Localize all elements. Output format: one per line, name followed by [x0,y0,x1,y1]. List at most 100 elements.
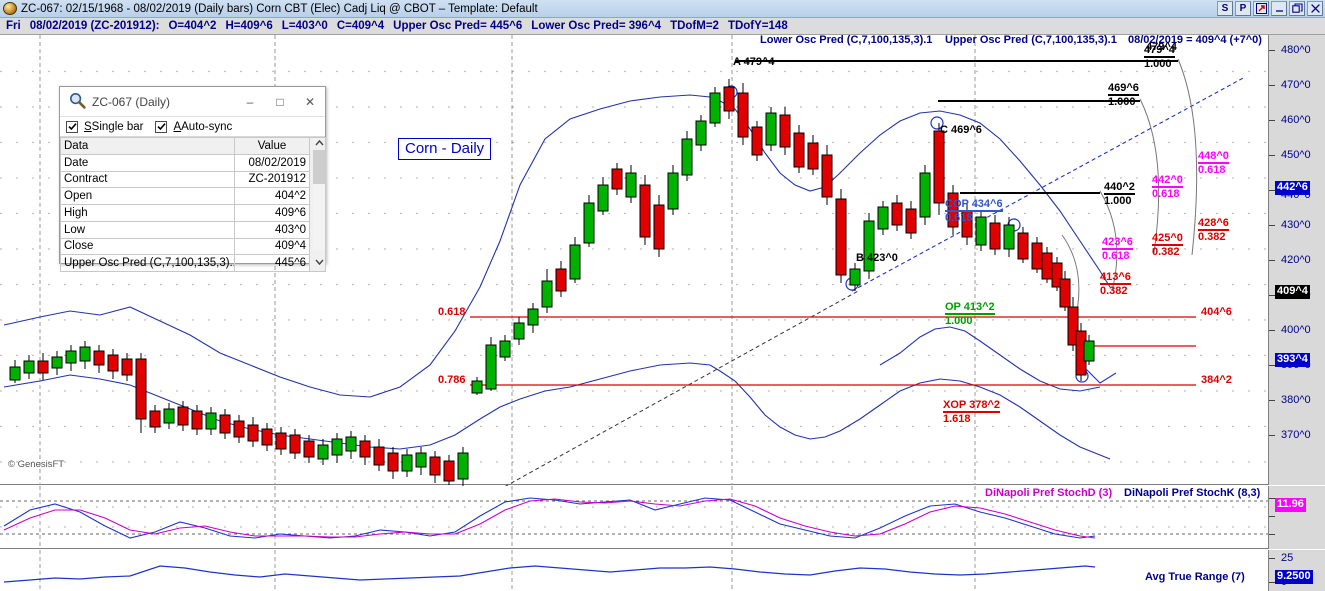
print-button[interactable]: P [1235,1,1251,16]
data-window[interactable]: ZC-067 (Daily) – □ ✕ SSingle bar AAuto-s… [59,86,326,272]
row-value-close: 409^4 [234,237,310,256]
single-bar-label: SSingle bar [84,120,144,133]
price-badge-409-4: 409^4 [1275,285,1310,299]
row-value-high: 409^6 [234,204,310,222]
legend-upper-osc-pred[interactable]: Upper Osc Pred (C,7,100,135,3).1 [945,34,1117,47]
row-label-close: Close [60,237,235,256]
app-icon [3,2,17,15]
close-button[interactable] [1307,1,1323,16]
status-open: O=404^2 [168,20,217,32]
price-axis[interactable]: 480^0 470^0 460^0 450^0 440^0 430^0 420^… [1268,35,1325,485]
price-tick-430: 430^0 [1281,219,1311,231]
status-tdofy: TDofY=148 [727,20,788,32]
price-badge-442-6: 442^6 [1275,181,1310,195]
row-value-upper-osc-pred: 445^6 [234,254,310,272]
status-low: L=403^0 [281,20,328,32]
table-row[interactable]: Close 409^4 [60,237,326,256]
table-row[interactable]: Low 403^0 [60,220,326,239]
price-tick-400: 400^0 [1281,324,1311,336]
minimize-button[interactable] [1271,1,1287,16]
table-row[interactable]: Contract ZC-201912 [60,170,326,189]
fib-label-469-6: 469^6 1.000 [1108,82,1139,109]
stoch-badge-11-96: 11.96 [1275,498,1306,512]
data-window-maximize-button[interactable]: □ [265,88,295,116]
price-tick-470: 470^0 [1281,79,1311,91]
legend-stoch-k[interactable]: DiNapoli Pref StochK (8,3) [1124,487,1260,500]
column-header-data: Data [60,137,235,155]
table-row[interactable]: High 409^6 [60,204,326,222]
row-value-low: 403^0 [234,220,310,239]
status-high: H=409^6 [225,20,273,32]
status-lower-osc-pred: Lower Osc Pred= 396^4 [531,20,662,32]
row-label-low: Low [60,220,235,239]
stochastic-pane[interactable]: DiNapoli Pref StochD (3) DiNapoli Pref S… [0,486,1268,549]
legend-lower-osc-pred[interactable]: Lower Osc Pred (C,7,100,135,3).1 [760,34,932,47]
status-tdofm: TDofM=2 [670,20,719,32]
auto-sync-label-text: Auto-sync [181,120,233,133]
snapshot-button[interactable]: S [1217,1,1233,16]
single-bar-label-text: Single bar [91,120,144,133]
data-window-minimize-button[interactable]: – [235,88,265,116]
retracement-ratio-0618: 0.618 [438,306,466,318]
fib-label-425-0: 425^0 0.382 [1152,232,1183,259]
fib-label-428-6: 428^6 0.382 [1198,217,1229,244]
legend-avg-true-range[interactable]: Avg True Range (7) [1145,571,1245,584]
row-value-contract: ZC-201912 [234,170,310,189]
data-window-scrollbar[interactable] [309,137,326,272]
window-controls: S P [1217,1,1323,16]
column-header-value: Value [234,137,310,155]
legend-stoch-d[interactable]: DiNapoli Pref StochD (3) [985,487,1112,500]
single-bar-checkbox[interactable] [66,120,78,133]
data-window-options[interactable]: SSingle bar AAuto-sync [60,117,325,137]
row-label-date: Date [60,153,235,172]
quote-status-bar: Fri 08/02/2019 (ZC-201912): O=404^2 H=40… [0,18,1325,35]
stochastic-axis[interactable]: 11.96 [1268,486,1325,549]
data-window-close-button[interactable]: ✕ [295,88,325,116]
price-tick-380: 380^0 [1281,394,1311,406]
status-close: C=409^4 [336,20,385,32]
table-row[interactable]: Upper Osc Pred (C,7,100,135,3).1 445^6 [60,254,326,272]
projection-cop: COP 434^6 0.618 [945,198,1003,225]
fib-label-442-0: 442^0 0.618 [1152,174,1183,201]
data-window-titlebar[interactable]: ZC-067 (Daily) – □ ✕ [60,87,325,117]
status-day: Fri [6,20,21,32]
atr-badge-9-25: 9.2500 [1275,570,1313,584]
row-label-upper-osc-pred: Upper Osc Pred (C,7,100,135,3).1 [60,254,235,272]
row-label-high: High [60,204,235,222]
data-window-title: ZC-067 (Daily) [92,94,171,109]
retracement-price-404-6: 404^6 [1201,306,1232,318]
price-tick-420: 420^0 [1281,254,1311,266]
auto-sync-checkbox[interactable] [155,120,168,133]
retracement-ratio-0786: 0.786 [438,374,466,386]
table-row[interactable]: Date 08/02/2019 [60,153,326,172]
window-title: ZC-067: 02/15/1968 - 08/02/2019 (Daily b… [21,2,538,15]
chart-title-badge: Corn - Daily [398,138,492,160]
fib-label-423-6: 423^6 0.618 [1102,236,1133,263]
atr-pane[interactable]: Avg True Range (7) [0,550,1268,591]
window-titlebar: ZC-067: 02/15/1968 - 08/02/2019 (Daily b… [0,0,1325,18]
auto-sync-label: AAuto-sync [173,120,233,133]
magnifier-icon [69,92,86,112]
row-value-date: 08/02/2019 [234,153,310,172]
price-tick-480: 480^0 [1281,44,1311,56]
projection-xop: XOP 378^2 1.618 [943,399,1000,426]
price-tick-370: 370^0 [1281,429,1311,441]
price-badge-393-4: 393^4 [1275,353,1310,367]
projection-op: OP 413^2 1.000 [945,301,995,328]
atr-plot[interactable] [0,550,1268,591]
data-window-table[interactable]: Data Value Date 08/02/2019 Contract ZC-2 [60,137,326,272]
retracement-price-384-2: 384^2 [1201,374,1232,386]
legend-overlap-value: 479^4 [1146,41,1177,53]
swing-label-a: A 479^4 [733,56,775,68]
maximize-button[interactable] [1289,1,1305,16]
swing-label-b: B 423^0 [856,252,898,264]
atr-axis[interactable]: 25 0 9.2500 [1268,550,1325,591]
fib-label-448-0: 448^0 0.618 [1198,150,1229,177]
restore-window-button[interactable] [1253,1,1269,16]
price-tick-450: 450^0 [1281,149,1311,161]
atr-tick-25: 25 [1281,552,1294,564]
fib-label-413-6: 413^6 0.382 [1100,271,1131,298]
row-value-open: 404^2 [234,187,310,205]
table-row[interactable]: Open 404^2 [60,187,326,205]
row-label-contract: Contract [60,170,235,189]
